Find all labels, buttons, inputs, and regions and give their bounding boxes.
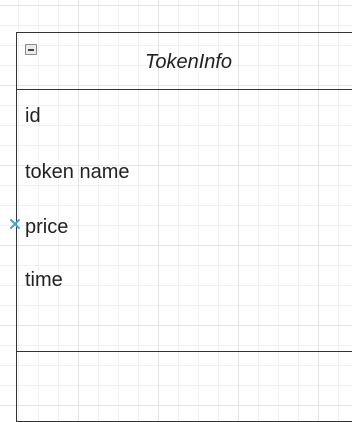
attribute-price[interactable]: price [25, 216, 68, 239]
attribute-id[interactable]: id [25, 105, 41, 128]
diagram-canvas[interactable]: TokenInfo id token name price time [0, 0, 352, 422]
attribute-compartment[interactable]: id token name price time [17, 90, 352, 352]
x-connection-point-icon [10, 219, 20, 229]
attribute-time[interactable]: time [25, 269, 63, 292]
connection-point-icon[interactable] [9, 218, 21, 230]
class-name[interactable]: TokenInfo [17, 51, 352, 74]
attribute-token-name[interactable]: token name [25, 161, 130, 184]
class-header[interactable]: TokenInfo [17, 33, 352, 90]
class-tokeninfo[interactable]: TokenInfo id token name price time [16, 32, 352, 422]
